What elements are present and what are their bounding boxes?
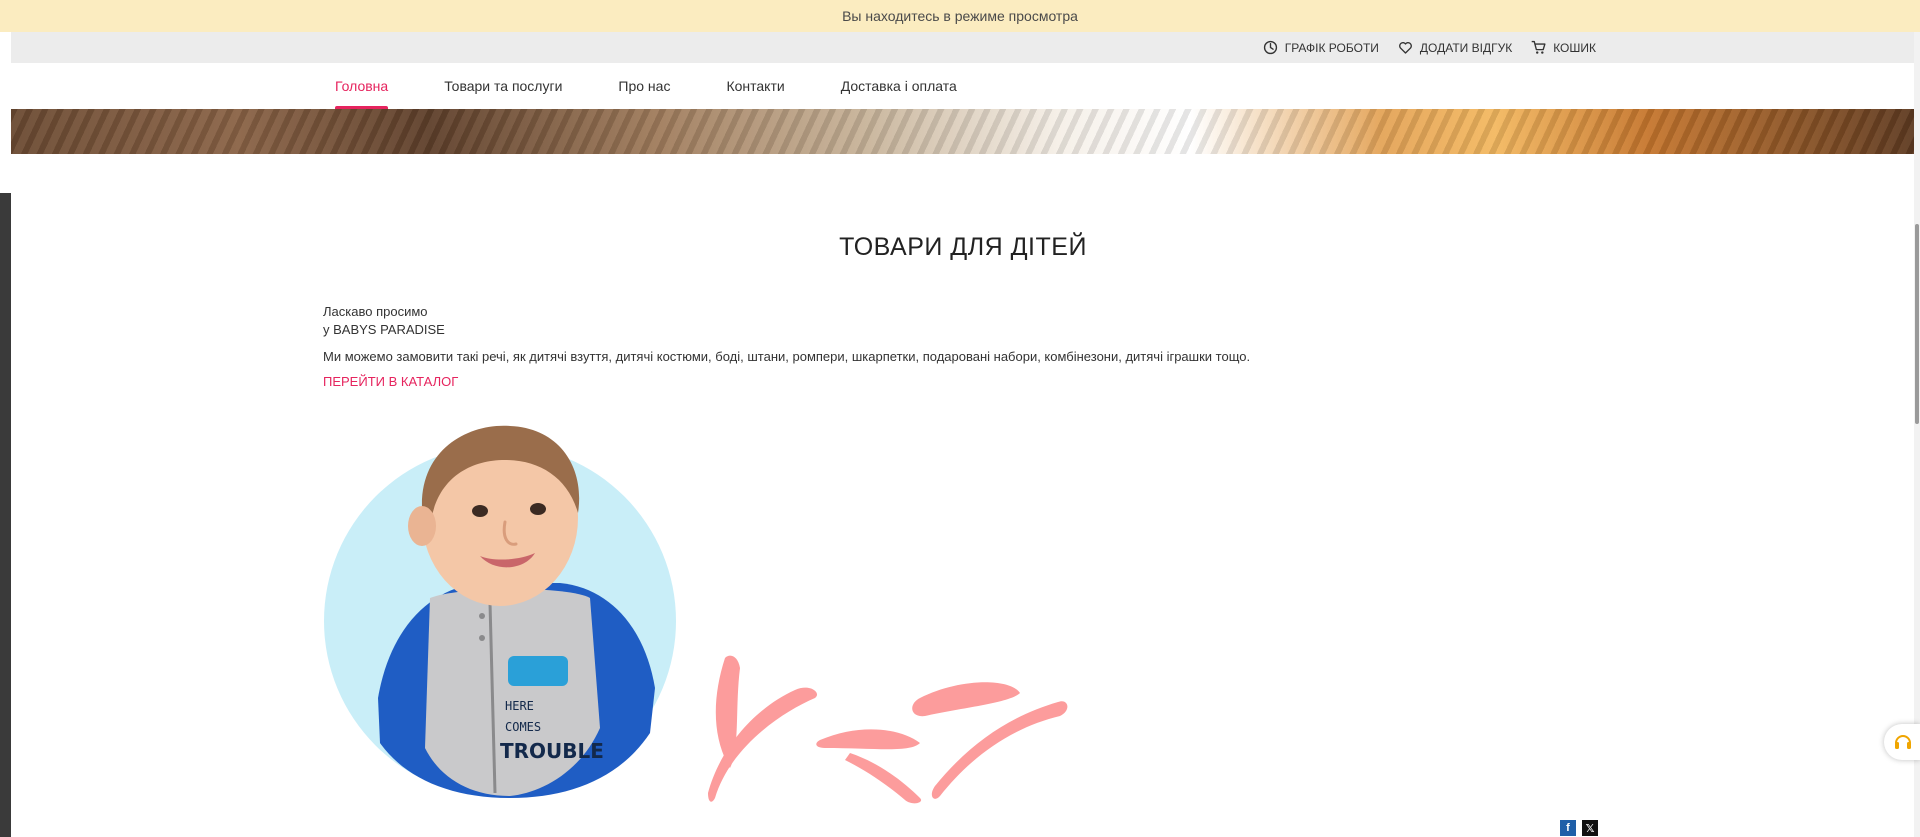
welcome-line-2: у BABYS PARADISE	[323, 322, 445, 337]
utility-links: ГРАФІК РОБОТИ ДОДАТИ ВІДГУК КОШИК	[1262, 32, 1596, 63]
cart-label: КОШИК	[1553, 40, 1596, 55]
cart-icon	[1531, 40, 1546, 54]
welcome-text: Ласкаво просимо у BABYS PARADISE	[323, 303, 445, 339]
clock-icon	[1263, 40, 1277, 55]
nav-item-about[interactable]: Про нас	[618, 63, 670, 109]
add-review-label: ДОДАТИ ВІДГУК	[1419, 40, 1513, 55]
heart-icon	[1399, 42, 1412, 54]
go-to-catalog-link[interactable]: ПЕРЕЙТИ В КАТАЛОГ	[323, 374, 458, 389]
support-chat-button[interactable]	[1884, 724, 1920, 760]
work-schedule-link[interactable]: ГРАФІК РОБОТИ	[1262, 39, 1379, 56]
sweatshirt-front	[425, 589, 600, 796]
nav-menu: Головна Товари та послуги Про нас Контак…	[335, 63, 1013, 109]
store-description: Ми можемо замовити такі речі, як дитячі …	[323, 349, 1251, 364]
social-share: f 𝕏	[1560, 820, 1598, 836]
banner-texture	[11, 109, 1914, 154]
shirt-text-3: TROUBLE	[500, 739, 604, 763]
main-navigation: Головна Товари та послуги Про нас Контак…	[11, 63, 1914, 109]
page-title: ТОВАРИ ДЛЯ ДІТЕЙ	[839, 233, 1087, 261]
scrollbar-track[interactable]	[1914, 32, 1920, 837]
top-utility-bar: ГРАФІК РОБОТИ ДОДАТИ ВІДГУК КОШИК	[11, 32, 1914, 63]
baby-hero-image: HERE COMES TROUBLE	[324, 425, 1068, 804]
work-schedule-label: ГРАФІК РОБОТИ	[1284, 40, 1379, 55]
x-icon: 𝕏	[1585, 822, 1595, 835]
facebook-icon: f	[1566, 822, 1570, 834]
shirt-dinosaur-print	[508, 656, 568, 686]
header-banner-image	[11, 109, 1914, 154]
headset-icon	[1895, 735, 1911, 749]
shirt-text-1: HERE	[505, 699, 534, 713]
welcome-line-1: Ласкаво просимо	[323, 304, 428, 319]
nav-item-home[interactable]: Головна	[335, 63, 389, 109]
decorative-pink-strokes	[708, 655, 1068, 804]
nav-item-contacts[interactable]: Контакти	[726, 63, 784, 109]
facebook-share-button[interactable]: f	[1560, 820, 1576, 836]
add-review-link[interactable]: ДОДАТИ ВІДГУК	[1397, 39, 1512, 56]
nav-item-products[interactable]: Товари та послуги	[444, 63, 562, 109]
preview-mode-bar: Вы находитесь в режиме просмотра	[0, 0, 1920, 32]
preview-mode-text: Вы находитесь в режиме просмотра	[842, 8, 1078, 24]
nav-item-delivery[interactable]: Доставка і оплата	[841, 63, 957, 109]
left-edge-dark	[0, 193, 11, 837]
cart-link[interactable]: КОШИК	[1530, 39, 1596, 56]
shirt-text-2: COMES	[505, 720, 541, 734]
x-share-button[interactable]: 𝕏	[1582, 820, 1598, 836]
